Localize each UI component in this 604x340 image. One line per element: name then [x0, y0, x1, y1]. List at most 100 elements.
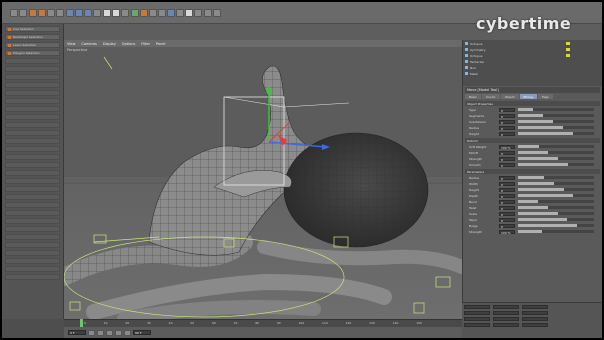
tool-slot[interactable]	[5, 250, 60, 256]
attribute-slider[interactable]	[518, 151, 594, 154]
coord-field[interactable]	[464, 316, 490, 321]
coord-field[interactable]	[522, 310, 548, 315]
attribute-slider[interactable]	[518, 224, 594, 227]
go-to-end-icon[interactable]	[124, 329, 131, 336]
go-to-start-icon[interactable]	[88, 329, 95, 336]
tool-slot[interactable]	[5, 138, 60, 144]
render-picture-icon[interactable]	[112, 8, 120, 17]
tab-object[interactable]: Object	[500, 94, 519, 99]
attribute-slider[interactable]	[518, 206, 594, 209]
attribute-slider[interactable]	[518, 176, 594, 179]
tool-slot[interactable]	[5, 162, 60, 168]
tool-slot[interactable]	[5, 266, 60, 272]
tool-slot[interactable]	[5, 258, 60, 264]
step-back-icon[interactable]	[97, 329, 104, 336]
nurbs-icon[interactable]	[149, 8, 157, 17]
tool-slot[interactable]	[5, 210, 60, 216]
object-row[interactable]: Mesh	[465, 71, 600, 76]
attribute-slider[interactable]	[518, 120, 594, 123]
attribute-slider[interactable]	[518, 182, 594, 185]
tool-slot[interactable]	[5, 178, 60, 184]
object-row[interactable]: Tentacles	[465, 59, 600, 64]
array-icon[interactable]	[158, 8, 166, 17]
layout-icon[interactable]	[204, 8, 212, 17]
attribute-slider[interactable]	[518, 126, 594, 129]
attribute-slider[interactable]	[518, 188, 594, 191]
menu-display[interactable]: Display	[103, 42, 116, 46]
attribute-value-field[interactable]: 0	[499, 162, 515, 168]
attribute-section-header[interactable]: Deform	[465, 138, 600, 143]
timeline-playhead[interactable]	[80, 319, 83, 327]
coord-field[interactable]	[522, 322, 548, 327]
tool-live-selection[interactable]: Live Selection	[5, 26, 60, 32]
pen-icon[interactable]	[140, 8, 148, 17]
move-tool-icon[interactable]	[38, 8, 46, 17]
attribute-slider[interactable]	[518, 218, 594, 221]
object-row[interactable]: Octopus	[465, 41, 600, 46]
tool-slot[interactable]	[5, 226, 60, 232]
z-axis-icon[interactable]	[84, 8, 92, 17]
tool-slot[interactable]	[5, 234, 60, 240]
step-forward-icon[interactable]	[115, 329, 122, 336]
tool-slot[interactable]	[5, 122, 60, 128]
tool-slot[interactable]	[5, 106, 60, 112]
attribute-slider[interactable]	[518, 145, 594, 148]
tool-polygon-selection[interactable]: Polygon Selection	[5, 50, 60, 56]
tool-slot[interactable]	[5, 186, 60, 192]
attribute-value-field[interactable]: 0	[499, 211, 515, 217]
attribute-value-field[interactable]: 0	[499, 205, 515, 211]
menu-options[interactable]: Options	[122, 42, 136, 46]
attribute-value-field[interactable]: 0	[499, 175, 515, 181]
menu-filter[interactable]: Filter	[141, 42, 150, 46]
coord-field[interactable]	[493, 316, 519, 321]
attribute-slider[interactable]	[518, 108, 594, 111]
attribute-value-field[interactable]: 0	[499, 187, 515, 193]
attribute-slider[interactable]	[518, 114, 594, 117]
attribute-value-field[interactable]: 0	[499, 156, 515, 162]
visibility-flag-icon[interactable]	[566, 42, 570, 45]
tool-slot[interactable]	[5, 218, 60, 224]
attribute-value-field[interactable]: 100 %	[499, 229, 515, 235]
layout-2-icon[interactable]	[213, 8, 221, 17]
attribute-value-field[interactable]: 0	[499, 181, 515, 187]
undo-icon[interactable]	[10, 8, 18, 17]
play-icon[interactable]	[106, 329, 113, 336]
camera-icon[interactable]	[185, 8, 193, 17]
attribute-slider[interactable]	[518, 212, 594, 215]
tab-coord[interactable]: Coord.	[481, 94, 500, 99]
object-row[interactable]: Symmetry	[465, 47, 600, 52]
attribute-value-field[interactable]: 0	[499, 150, 515, 156]
coord-field[interactable]	[493, 310, 519, 315]
attribute-value-field[interactable]: 100 %	[499, 144, 515, 150]
tool-slot[interactable]	[5, 114, 60, 120]
select-tool-icon[interactable]	[29, 8, 37, 17]
tool-slot[interactable]	[5, 274, 60, 280]
y-axis-icon[interactable]	[75, 8, 83, 17]
coord-field[interactable]	[522, 316, 548, 321]
light-icon[interactable]	[194, 8, 202, 17]
tool-rectangle-selection[interactable]: Rectangle Selection	[5, 34, 60, 40]
attribute-value-field[interactable]: 0	[499, 125, 515, 131]
tool-slot[interactable]	[5, 90, 60, 96]
coord-field[interactable]	[493, 322, 519, 327]
tool-slot[interactable]	[5, 202, 60, 208]
attribute-section-header[interactable]: Parameters	[465, 169, 600, 174]
object-row[interactable]: Null	[465, 65, 600, 70]
attribute-section-header[interactable]: Object Properties	[465, 101, 600, 106]
start-frame-field[interactable]: 0 F	[68, 330, 86, 335]
coord-field[interactable]	[464, 322, 490, 327]
attribute-value-field[interactable]: 0	[499, 217, 515, 223]
attribute-slider[interactable]	[518, 157, 594, 160]
tab-basic[interactable]: Basic	[465, 94, 481, 99]
coord-field[interactable]	[522, 304, 548, 309]
3d-viewport[interactable]: Perspective	[64, 47, 462, 319]
object-row[interactable]: Octopus	[465, 53, 600, 58]
attribute-value-field[interactable]: 0	[499, 113, 515, 119]
coord-field[interactable]	[493, 304, 519, 309]
attribute-slider[interactable]	[518, 132, 594, 135]
scale-tool-icon[interactable]	[47, 8, 55, 17]
coord-field[interactable]	[464, 310, 490, 315]
tool-slot[interactable]	[5, 154, 60, 160]
attribute-value-field[interactable]: 0	[499, 193, 515, 199]
attribute-value-field[interactable]: 0	[499, 107, 515, 113]
